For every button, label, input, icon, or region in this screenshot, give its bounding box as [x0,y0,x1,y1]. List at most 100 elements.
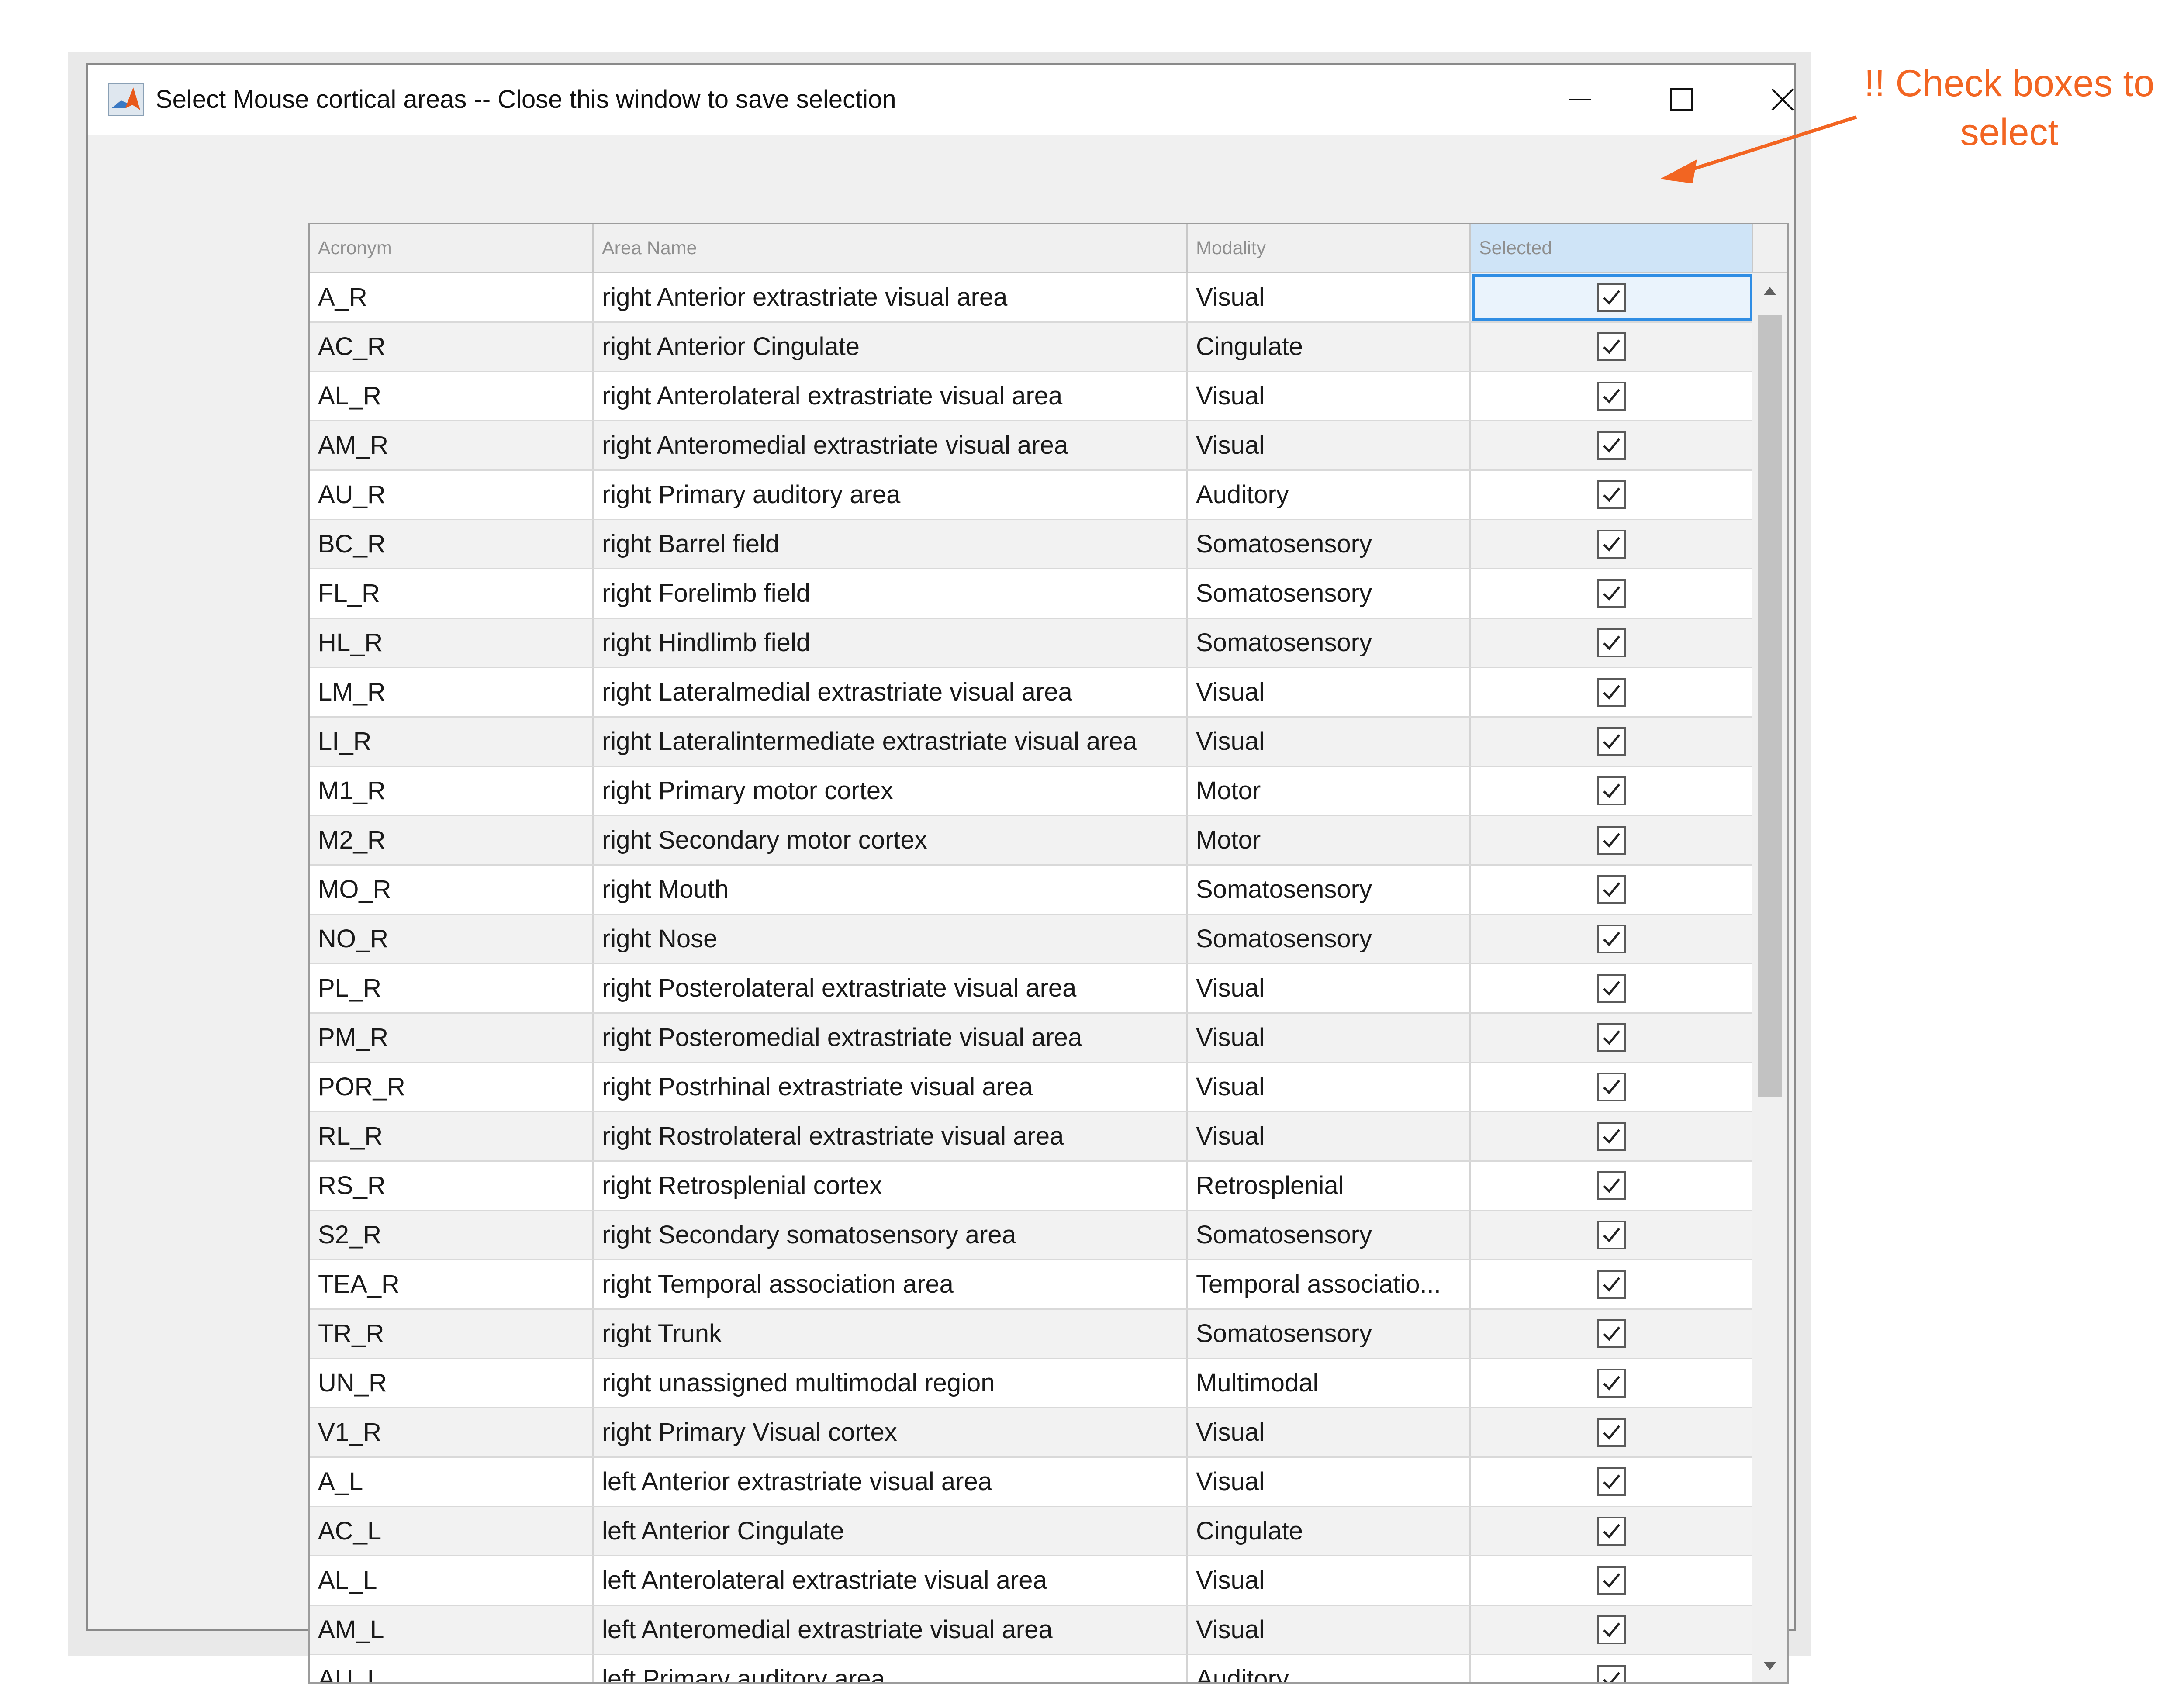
modality-cell[interactable]: Cingulate [1188,323,1471,371]
selected-checkbox[interactable] [1597,1171,1626,1200]
selected-cell[interactable] [1471,1655,1753,1682]
area-name-cell[interactable]: right Barrel field [594,520,1188,568]
acronym-cell[interactable]: NO_R [310,915,594,963]
area-name-cell[interactable]: left Anterior extrastriate visual area [594,1458,1188,1506]
table-row[interactable]: AC_R right Anterior Cingulate Cingulate [310,323,1753,372]
title-bar[interactable]: Select Mouse cortical areas -- Close thi… [88,65,1794,135]
table-row[interactable]: BC_R right Barrel field Somatosensory [310,520,1753,569]
scrollbar-thumb[interactable] [1758,315,1782,1097]
modality-cell[interactable]: Auditory [1188,1655,1471,1682]
acronym-cell[interactable]: BC_R [310,520,594,568]
area-name-cell[interactable]: right Secondary motor cortex [594,816,1188,864]
area-name-cell[interactable]: right Mouth [594,866,1188,914]
area-name-cell[interactable]: right Postrhinal extrastriate visual are… [594,1063,1188,1111]
table-row[interactable]: TR_R right Trunk Somatosensory [310,1310,1753,1359]
selected-checkbox[interactable] [1597,826,1626,855]
selected-checkbox[interactable] [1597,1369,1626,1398]
area-name-cell[interactable]: right Nose [594,915,1188,963]
scroll-up-button[interactable] [1752,273,1787,308]
table-row[interactable]: AU_L left Primary auditory area Auditory [310,1655,1753,1682]
selected-cell[interactable] [1471,964,1753,1012]
acronym-cell[interactable]: AC_L [310,1507,594,1555]
selected-checkbox[interactable] [1597,480,1626,509]
modality-cell[interactable]: Visual [1188,273,1471,321]
acronym-cell[interactable]: AM_L [310,1606,594,1654]
acronym-cell[interactable]: A_L [310,1458,594,1506]
modality-cell[interactable]: Visual [1188,1606,1471,1654]
table-row[interactable]: A_R right Anterior extrastriate visual ar… [310,273,1753,323]
modality-cell[interactable]: Visual [1188,1556,1471,1605]
modality-cell[interactable]: Retrosplenial [1188,1162,1471,1210]
table-row[interactable]: HL_R right Hindlimb field Somatosensory [310,619,1753,668]
table-row[interactable]: TEA_R right Temporal association area Temp… [310,1260,1753,1310]
selected-cell[interactable] [1471,1063,1753,1111]
modality-cell[interactable]: Motor [1188,767,1471,815]
table-row[interactable]: AC_L left Anterior Cingulate Cingulate [310,1507,1753,1556]
acronym-cell[interactable]: TEA_R [310,1260,594,1308]
area-name-cell[interactable]: left Anterior Cingulate [594,1507,1188,1555]
table-row[interactable]: M1_R right Primary motor cortex Motor [310,767,1753,816]
table-row[interactable]: UN_R right unassigned multimodal region Mu… [310,1359,1753,1408]
maximize-button[interactable] [1631,65,1732,135]
table-row[interactable]: AM_R right Anteromedial extrastriate visu… [310,421,1753,471]
selected-cell[interactable] [1471,1014,1753,1062]
table-row[interactable]: PM_R right Posteromedial extrastriate vis… [310,1014,1753,1063]
column-header-area-name[interactable]: Area Name [594,224,1188,272]
area-name-cell[interactable]: right Primary motor cortex [594,767,1188,815]
modality-cell[interactable]: Motor [1188,816,1471,864]
minimize-button[interactable] [1529,65,1631,135]
table-row[interactable]: S2_R right Secondary somatosensory area So… [310,1211,1753,1260]
acronym-cell[interactable]: PM_R [310,1014,594,1062]
acronym-cell[interactable]: A_R [310,273,594,321]
modality-cell[interactable]: Visual [1188,668,1471,716]
selected-checkbox[interactable] [1597,332,1626,361]
acronym-cell[interactable]: TR_R [310,1310,594,1358]
table-row[interactable]: AL_R right Anterolateral extrastriate vis… [310,372,1753,421]
selected-checkbox[interactable] [1597,1073,1626,1101]
selected-checkbox[interactable] [1597,1467,1626,1496]
acronym-cell[interactable]: POR_R [310,1063,594,1111]
table-row[interactable]: PL_R right Posterolateral extrastriate vi… [310,964,1753,1014]
acronym-cell[interactable]: UN_R [310,1359,594,1407]
selected-checkbox[interactable] [1597,1517,1626,1546]
acronym-cell[interactable]: AU_L [310,1655,594,1682]
table-row[interactable]: A_L left Anterior extrastriate visual are… [310,1458,1753,1507]
area-name-cell[interactable]: right Primary Visual cortex [594,1408,1188,1456]
selected-cell[interactable] [1471,767,1753,815]
area-name-cell[interactable]: right Posterolateral extrastriate visual… [594,964,1188,1012]
selected-cell[interactable] [1471,915,1753,963]
modality-cell[interactable]: Somatosensory [1188,619,1471,667]
acronym-cell[interactable]: FL_R [310,569,594,618]
selected-checkbox[interactable] [1597,1221,1626,1249]
acronym-cell[interactable]: RL_R [310,1112,594,1160]
selected-cell[interactable] [1471,372,1753,420]
selected-checkbox[interactable] [1597,1566,1626,1595]
selected-checkbox[interactable] [1597,283,1626,312]
acronym-cell[interactable]: LI_R [310,718,594,766]
selected-checkbox[interactable] [1597,1023,1626,1052]
close-button[interactable] [1732,65,1833,135]
area-name-cell[interactable]: left Primary auditory area [594,1655,1188,1682]
selected-cell[interactable] [1471,1606,1753,1654]
area-name-cell[interactable]: right Secondary somatosensory area [594,1211,1188,1259]
column-header-modality[interactable]: Modality [1188,224,1471,272]
modality-cell[interactable]: Multimodal [1188,1359,1471,1407]
area-name-cell[interactable]: right Lateralintermediate extrastriate v… [594,718,1188,766]
selected-cell[interactable] [1471,520,1753,568]
area-name-cell[interactable]: right Anteromedial extrastriate visual a… [594,421,1188,469]
acronym-cell[interactable]: LM_R [310,668,594,716]
selected-checkbox[interactable] [1597,431,1626,460]
selected-cell[interactable] [1471,421,1753,469]
selected-cell[interactable] [1471,1507,1753,1555]
selected-checkbox[interactable] [1597,727,1626,756]
modality-cell[interactable]: Somatosensory [1188,1310,1471,1358]
area-name-cell[interactable]: right Temporal association area [594,1260,1188,1308]
selected-checkbox[interactable] [1597,776,1626,805]
acronym-cell[interactable]: AL_L [310,1556,594,1605]
area-name-cell[interactable]: right Retrosplenial cortex [594,1162,1188,1210]
table-row[interactable]: FL_R right Forelimb field Somatosensory [310,569,1753,619]
table-row[interactable]: RL_R right Rostrolateral extrastriate vis… [310,1112,1753,1162]
acronym-cell[interactable]: M1_R [310,767,594,815]
selected-cell[interactable] [1471,866,1753,914]
modality-cell[interactable]: Somatosensory [1188,1211,1471,1259]
